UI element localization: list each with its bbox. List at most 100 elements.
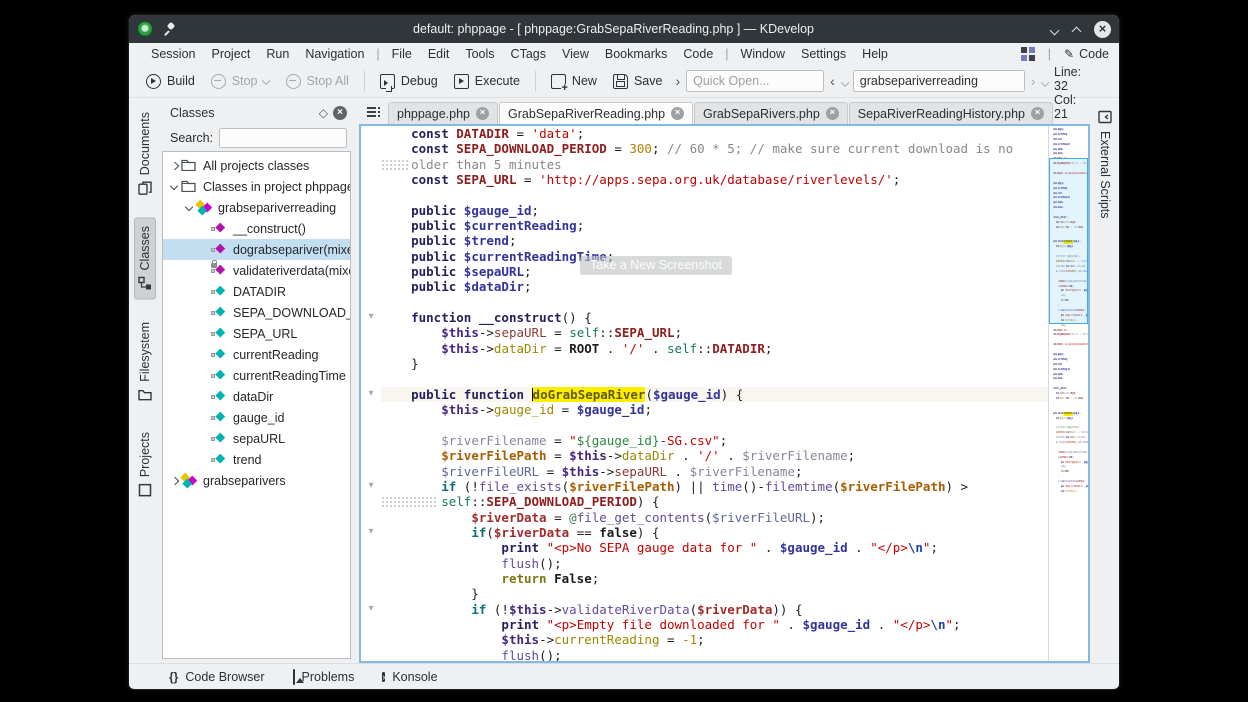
code-line: print "<p>Empty file downloaded for " . …: [381, 617, 1048, 632]
expander-spacer: [199, 391, 211, 403]
code-editor[interactable]: Take a New Screenshot const DATADIR = 'd…: [381, 126, 1048, 661]
tree-item[interactable]: Classes in project phppage: [163, 176, 350, 197]
code-line: $riverFileURL = $this->sepaURL . $riverF…: [381, 464, 1048, 479]
toolview-tab-filesystem[interactable]: Filesystem: [134, 313, 156, 411]
code-line: $riverData = @file_get_contents($riverFi…: [381, 510, 1048, 525]
toolbar-search-input[interactable]: [853, 70, 1025, 92]
expander-closed-icon[interactable]: [169, 160, 181, 172]
stop-button[interactable]: Stop: [204, 70, 277, 93]
tree-item[interactable]: All projects classes: [163, 155, 350, 176]
tree-item[interactable]: grabseparivers: [163, 470, 350, 491]
toolview-tab-documents[interactable]: Documents: [134, 103, 156, 204]
code-line: const SEPA_DOWNLOAD_PERIOD = 300; // 60 …: [381, 141, 1048, 156]
fold-marker-icon[interactable]: ▾: [366, 388, 376, 399]
tree-item[interactable]: grabsepariverreading: [163, 197, 350, 218]
code-line: return False;: [381, 571, 1048, 586]
menu-help[interactable]: Help: [854, 45, 896, 63]
pin-icon[interactable]: [163, 22, 177, 36]
float-dock-icon[interactable]: ◇: [314, 106, 333, 120]
toolview-tab-classes[interactable]: Classes: [134, 217, 156, 299]
classes-search-input[interactable]: [219, 128, 347, 148]
stop-all-button[interactable]: Stop All: [279, 70, 356, 93]
menu-session[interactable]: Session: [143, 45, 203, 63]
fold-marker-icon[interactable]: ▾: [366, 311, 376, 322]
tree-item[interactable]: SEPA_DOWNLOAD_PERIOD: [163, 302, 350, 323]
tree-item[interactable]: trend: [163, 449, 350, 470]
method-icon: [211, 242, 228, 257]
menu-tools[interactable]: Tools: [457, 45, 502, 63]
expander-open-icon[interactable]: [184, 202, 196, 214]
expander-spacer: [199, 307, 211, 319]
tree-item[interactable]: gauge_id: [163, 407, 350, 428]
close-button[interactable]: ×: [1094, 21, 1111, 38]
expander-open-icon[interactable]: [169, 181, 181, 193]
expander-closed-icon[interactable]: [169, 475, 181, 487]
fold-marker-icon[interactable]: ▾: [366, 480, 376, 491]
tree-item[interactable]: __construct(): [163, 218, 350, 239]
minimap-scrollbar[interactable]: public $gauge_id; public $currentReading…: [1048, 126, 1088, 661]
tree-item[interactable]: dataDir: [163, 386, 350, 407]
menu-edit[interactable]: Edit: [420, 45, 458, 63]
close-tab-icon[interactable]: ×: [476, 107, 489, 120]
new-button[interactable]: New: [544, 70, 604, 93]
menu-ctags[interactable]: CTags: [503, 45, 554, 63]
document-tab[interactable]: GrabSepaRiverReading.php×: [499, 102, 693, 124]
toolview-button-problems[interactable]: Problems: [283, 667, 365, 687]
search-label: Search:: [170, 131, 213, 145]
fold-gutter[interactable]: ▾ ▾ ▾ ▾ ▾: [361, 126, 381, 661]
menu-window[interactable]: Window: [733, 45, 793, 63]
toolview-tab-projects[interactable]: Projects: [134, 423, 156, 506]
search-options-dropdown-icon[interactable]: [1041, 79, 1049, 87]
menu-navigation[interactable]: Navigation: [297, 45, 372, 63]
search-history-dropdown-icon[interactable]: [841, 79, 849, 87]
menu-bookmarks[interactable]: Bookmarks: [597, 45, 676, 63]
save-button[interactable]: Save: [606, 70, 670, 93]
field-icon: [211, 368, 228, 383]
search-back-chevron[interactable]: ‹: [826, 73, 839, 89]
build-button[interactable]: Build: [139, 70, 202, 93]
tree-item[interactable]: sepaURL: [163, 428, 350, 449]
menu-code[interactable]: Code: [675, 45, 721, 63]
class-icon: [196, 200, 213, 215]
area-switcher-code[interactable]: ✎ Code: [1064, 47, 1109, 61]
fold-marker-icon[interactable]: ▾: [366, 603, 376, 614]
toolview-button-code-browser[interactable]: {}Code Browser: [159, 667, 275, 687]
tree-item[interactable]: dograbsepariver(mixed): [163, 239, 350, 260]
document-tab[interactable]: SepaRiverReadingHistory.php×: [849, 102, 1053, 124]
close-tab-icon[interactable]: ×: [826, 107, 839, 120]
maximize-button[interactable]: [1072, 24, 1082, 34]
menu-settings[interactable]: Settings: [793, 45, 854, 63]
tree-item[interactable]: validateriverdata(mixed): [163, 260, 350, 281]
menu-file[interactable]: File: [384, 45, 420, 63]
close-tab-icon[interactable]: ×: [671, 107, 684, 120]
classes-tree: All projects classesClasses in project p…: [162, 151, 351, 659]
execute-button[interactable]: Execute: [447, 70, 527, 93]
toolview-button-konsole[interactable]: ›Konsole: [372, 666, 447, 687]
document-tab[interactable]: GrabSepaRivers.php×: [694, 102, 848, 124]
close-dock-icon[interactable]: ×: [333, 106, 347, 120]
close-tab-icon[interactable]: ×: [1031, 107, 1044, 120]
toolbar-overflow-chevron[interactable]: ›: [671, 73, 684, 89]
minimap-viewport[interactable]: [1049, 158, 1088, 324]
area-grid-icon[interactable]: [1021, 47, 1035, 61]
tree-item[interactable]: currentReading: [163, 344, 350, 365]
tree-item[interactable]: currentReadingTime: [163, 365, 350, 386]
document-switcher-icon[interactable]: [363, 103, 385, 123]
minimize-button[interactable]: [1050, 24, 1060, 34]
search-forward-chevron[interactable]: ›: [1027, 73, 1040, 89]
toolview-tab-external-scripts[interactable]: External Scripts: [1094, 106, 1116, 223]
menu-project[interactable]: Project: [203, 45, 258, 63]
editor-column: phppage.php×GrabSepaRiverReading.php×Gra…: [359, 98, 1091, 663]
tree-item[interactable]: DATADIR: [163, 281, 350, 302]
dropdown-chevron-icon[interactable]: [262, 77, 270, 85]
left-toolview-bar: Documents Classes Filesystem Projects: [129, 98, 160, 663]
tree-item[interactable]: SEPA_URL: [163, 323, 350, 344]
document-tab[interactable]: phppage.php×: [388, 102, 498, 124]
window-title: default: phppage - [ phppage:GrabSepaRiv…: [185, 22, 1042, 36]
class-icon: [181, 473, 198, 488]
debug-button[interactable]: Debug: [373, 70, 445, 93]
menu-run[interactable]: Run: [258, 45, 297, 63]
menu-view[interactable]: View: [554, 45, 597, 63]
fold-marker-icon[interactable]: ▾: [366, 526, 376, 537]
quick-open-input[interactable]: [686, 70, 824, 92]
